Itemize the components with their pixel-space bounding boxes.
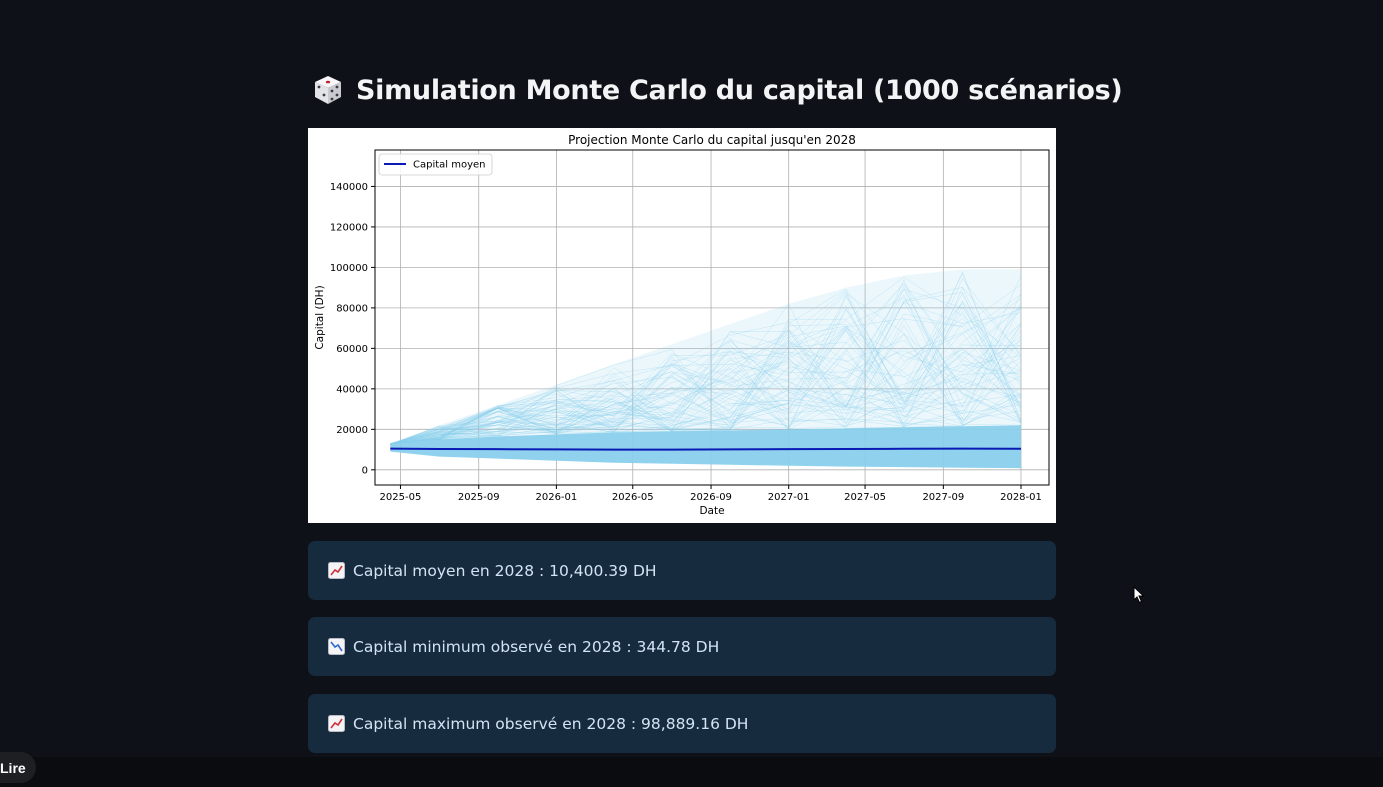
x-tick-label: 2027-01 [768,492,810,503]
x-tick-label: 2025-09 [458,492,500,503]
page-title: Simulation Monte Carlo du capital (1000 … [312,74,1123,106]
x-axis-label: Date [699,505,724,517]
x-tick-label: 2025-05 [380,492,422,503]
y-tick-label: 0 [362,465,368,476]
x-tick-label: 2027-09 [922,492,964,503]
chart-increasing-icon [328,715,345,732]
chart-title: Projection Monte Carlo du capital jusqu'… [568,133,856,147]
metric-capital-maximum: Capital maximum observé en 2028 : 98,889… [308,694,1056,753]
cursor-icon [1133,586,1145,604]
y-tick-label: 20000 [336,425,368,436]
x-tick-label: 2026-09 [690,492,732,503]
metric-text: Capital moyen en 2028 : 10,400.39 DH [353,561,657,580]
y-axis-label: Capital (DH) [314,285,326,349]
y-tick-label: 60000 [336,344,368,355]
x-tick-label: 2026-05 [612,492,654,503]
video-control-bar [0,757,1383,787]
y-tick-label: 40000 [336,384,368,395]
play-button-label: Lire [0,759,26,776]
metric-text: Capital minimum observé en 2028 : 344.78… [353,637,720,656]
monte-carlo-chart: 2025-05 2025-09 2026-01 2026-05 2026-09 2027-… [308,128,1056,523]
chart-decreasing-icon [328,638,345,655]
play-button[interactable]: Lire [0,752,36,783]
legend-label: Capital moyen [413,160,486,171]
x-tick-label: 2028-01 [1000,492,1042,503]
y-tick-label: 80000 [336,303,368,314]
metric-text: Capital maximum observé en 2028 : 98,889… [353,714,749,733]
dice-icon [315,76,341,104]
chart-increasing-icon [328,562,345,579]
chart-svg: 2025-05 2025-09 2026-01 2026-05 2026-09 2027-… [314,133,1050,517]
y-tick-label: 120000 [330,222,368,233]
x-tick-label: 2027-05 [844,492,886,503]
metric-capital-minimum: Capital minimum observé en 2028 : 344.78… [308,617,1056,676]
page-title-text: Simulation Monte Carlo du capital (1000 … [356,74,1123,106]
y-tick-label: 140000 [330,182,368,193]
y-tick-label: 100000 [330,263,368,274]
mean-capital-line [390,447,1021,451]
metric-capital-moyen: Capital moyen en 2028 : 10,400.39 DH [308,541,1056,600]
x-tick-label: 2026-01 [535,492,577,503]
